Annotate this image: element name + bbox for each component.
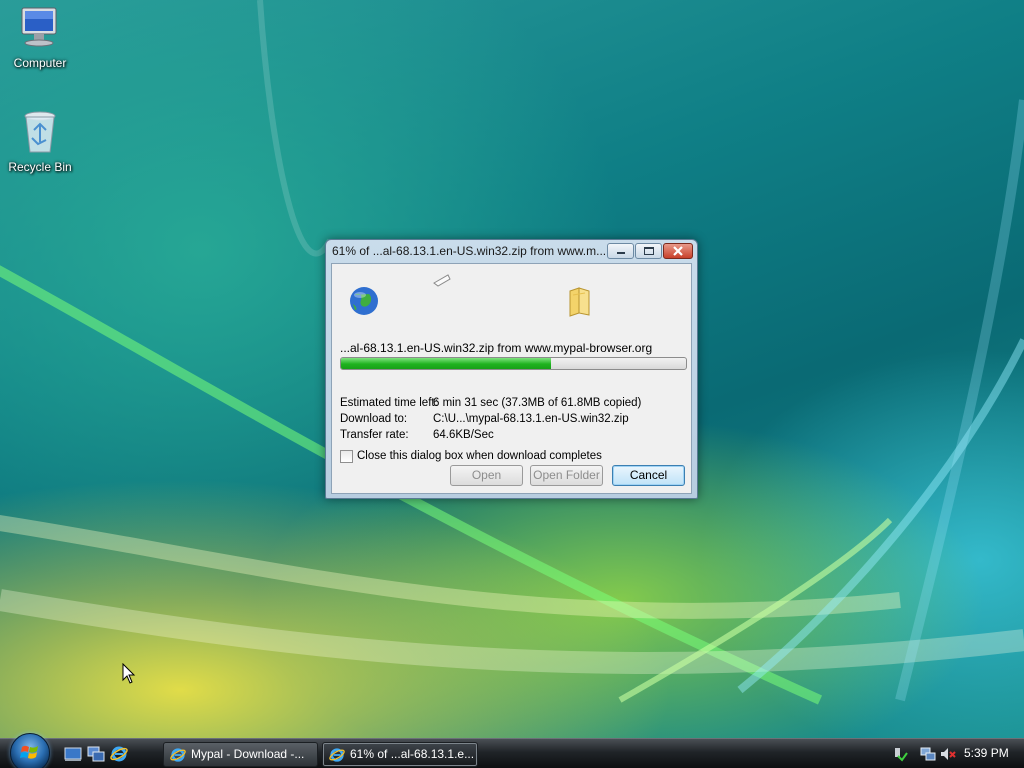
flying-paper-icon (432, 273, 452, 290)
close-when-done-checkbox[interactable] (340, 450, 353, 463)
network-icon[interactable] (920, 746, 936, 762)
safely-remove-hardware-icon[interactable] (892, 746, 908, 762)
download-dialog: 61% of ...al-68.13.1.en-US.win32.zip fro… (325, 239, 698, 499)
cancel-button[interactable]: Cancel (612, 465, 685, 486)
ie-icon (329, 747, 345, 763)
estimated-time-value: 6 min 31 sec (37.3MB of 61.8MB copied) (433, 397, 642, 409)
desktop-icon-computer[interactable]: Computer (0, 4, 80, 70)
start-button[interactable] (10, 733, 50, 768)
transfer-rate-value: 64.6KB/Sec (433, 429, 494, 441)
taskbar-button-download[interactable]: 61% of ...al-68.13.1.e... (322, 742, 478, 767)
minimize-icon (617, 252, 625, 254)
desktop-icon-recycle-bin[interactable]: Recycle Bin (0, 108, 80, 174)
download-progress-bar (340, 357, 687, 370)
mouse-cursor-icon (122, 662, 136, 688)
windows-logo-icon (20, 745, 38, 759)
minimize-button[interactable] (607, 243, 634, 259)
taskbar-button-label: Mypal - Download -... (191, 747, 305, 761)
desktop-icon-label: Recycle Bin (8, 160, 72, 174)
computer-icon (16, 4, 64, 52)
volume-muted-icon[interactable] (940, 746, 956, 762)
close-when-done-label[interactable]: Close this dialog box when download comp… (357, 449, 602, 463)
estimated-time-label: Estimated time left: (340, 397, 438, 409)
folder-icon (567, 287, 593, 320)
show-desktop-icon[interactable] (64, 745, 82, 763)
desktop-icon-label: Computer (13, 56, 67, 70)
taskbar-clock[interactable]: 5:39 PM (964, 739, 1009, 768)
globe-icon (349, 286, 379, 319)
internet-explorer-icon[interactable] (110, 745, 128, 763)
maximize-icon (644, 247, 654, 255)
taskbar: Mypal - Download -... 61% of ...al-68.13… (0, 733, 1024, 768)
switch-windows-icon[interactable] (87, 745, 105, 763)
download-progress-fill (341, 358, 551, 369)
maximize-button[interactable] (635, 243, 662, 259)
open-folder-button[interactable]: Open Folder (530, 465, 603, 486)
taskbar-button-mypal[interactable]: Mypal - Download -... (163, 742, 318, 767)
download-source: ...al-68.13.1.en-US.win32.zip from www.m… (340, 341, 653, 355)
download-to-value: C:\U...\mypal-68.13.1.en-US.win32.zip (433, 413, 629, 425)
taskbar-button-label: 61% of ...al-68.13.1.e... (350, 747, 475, 761)
system-tray: 5:39 PM (884, 739, 1024, 768)
ie-icon (170, 747, 186, 763)
close-icon (673, 246, 683, 256)
dialog-body: ...al-68.13.1.en-US.win32.zip from www.m… (331, 263, 692, 494)
download-to-label: Download to: (340, 413, 408, 425)
close-button[interactable] (663, 243, 693, 259)
open-button[interactable]: Open (450, 465, 523, 486)
transfer-rate-label: Transfer rate: (340, 429, 409, 441)
recycle-bin-icon (16, 108, 64, 156)
